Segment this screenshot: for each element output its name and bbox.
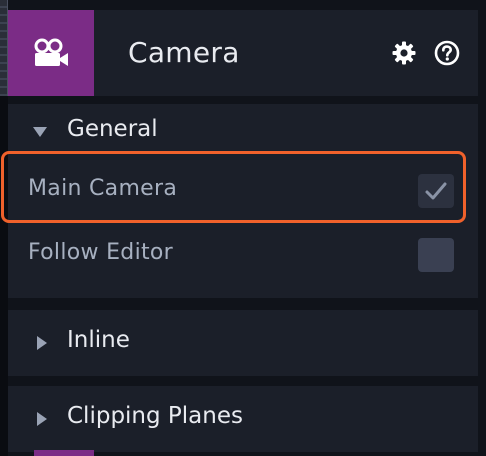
property-row-main-camera: Main Camera <box>8 162 478 218</box>
caret-right-icon <box>36 411 48 431</box>
caret-down-icon <box>32 123 48 142</box>
section-label-inline: Inline <box>67 327 130 353</box>
camera-icon <box>8 10 94 96</box>
left-edge-strip <box>0 0 8 456</box>
section-general: General Main Camera Follow Editor <box>1 104 478 298</box>
section-clipping-planes[interactable]: Clipping Planes <box>8 386 478 452</box>
checkmark-icon <box>425 182 447 200</box>
camera-component-panel: Camera General Main Camera Follow Editor… <box>1 0 486 456</box>
section-header-general[interactable]: General <box>8 104 478 156</box>
left-edge-handle[interactable] <box>0 0 8 96</box>
component-title: Camera <box>128 36 240 69</box>
component-header: Camera <box>8 10 478 96</box>
help-icon[interactable] <box>434 40 460 66</box>
next-component-icon-edge <box>34 450 94 456</box>
property-label-main-camera: Main Camera <box>28 176 178 201</box>
gear-icon[interactable] <box>392 41 416 65</box>
section-inline[interactable]: Inline <box>8 310 478 376</box>
follow-editor-checkbox[interactable] <box>418 238 454 272</box>
section-label-general: General <box>67 116 158 142</box>
property-row-follow-editor: Follow Editor <box>8 226 478 282</box>
main-camera-checkbox[interactable] <box>418 174 454 208</box>
property-label-follow-editor: Follow Editor <box>28 240 174 265</box>
caret-right-icon <box>36 335 48 355</box>
section-label-clipping-planes: Clipping Planes <box>67 403 243 429</box>
camera-inspector-screen: Camera General Main Camera Follow Editor… <box>0 0 486 456</box>
